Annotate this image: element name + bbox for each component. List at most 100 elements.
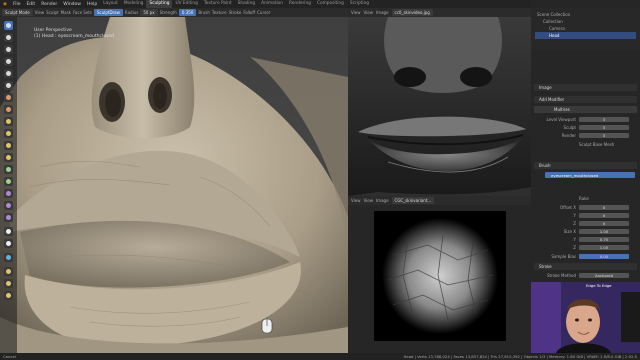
sculpt-base-mesh-checkbox[interactable]: Sculpt Base Mesh bbox=[579, 142, 614, 147]
offset-x-field[interactable]: 0 bbox=[579, 205, 629, 210]
layer-tool[interactable] bbox=[4, 69, 13, 78]
blender-logo-icon[interactable]: ◉ bbox=[0, 2, 10, 7]
snake-hook-tool[interactable] bbox=[4, 213, 13, 222]
rake-row: Rake bbox=[531, 195, 640, 202]
menu-render[interactable]: Render bbox=[38, 2, 60, 7]
texture-image-editor[interactable]: View View Image CGC_skinvariant... bbox=[348, 196, 531, 353]
offset-z-row: Z 0 bbox=[531, 220, 640, 227]
edge-to-edge-checkbox[interactable]: Edge To Edge bbox=[586, 283, 612, 288]
image-editor-view-menu[interactable]: View bbox=[351, 10, 361, 15]
menu-window[interactable]: Window bbox=[60, 2, 84, 7]
tab-layout[interactable]: Layout bbox=[100, 0, 121, 8]
tab-sculpting[interactable]: Sculpting bbox=[146, 0, 173, 8]
outliner-scene-collection[interactable]: Scene Collection bbox=[537, 12, 570, 17]
radius-field[interactable]: 50 px bbox=[140, 9, 158, 16]
offset-y-label: Y bbox=[573, 213, 576, 218]
box-mask-tool[interactable] bbox=[4, 239, 13, 248]
outliner-item-collection[interactable]: Collection bbox=[543, 19, 563, 24]
tab-animation[interactable]: Animation bbox=[258, 0, 286, 8]
tab-shading[interactable]: Shading bbox=[235, 0, 258, 8]
pinch-tool[interactable] bbox=[4, 177, 13, 186]
brush-section-header[interactable]: Brush bbox=[534, 162, 637, 169]
outliner-selected-row[interactable]: Head bbox=[535, 32, 636, 39]
tab-compositing[interactable]: Compositing bbox=[314, 0, 347, 8]
clay-strips-tool[interactable] bbox=[4, 57, 13, 66]
offset-y-field[interactable]: 0 bbox=[579, 213, 629, 218]
face-set-tool[interactable] bbox=[4, 253, 13, 262]
multires-modifier-header[interactable]: Multires bbox=[534, 106, 637, 113]
menu-mask[interactable]: Mask bbox=[61, 10, 71, 15]
inflate-tool[interactable] bbox=[4, 81, 13, 90]
reference-image-editor[interactable]: View View Image cc0_skinvideo.jpg bbox=[348, 8, 531, 196]
scrape-tool[interactable] bbox=[4, 153, 13, 162]
stroke-method-field[interactable]: Anchored bbox=[579, 273, 629, 278]
sculpted-head-render bbox=[0, 17, 348, 353]
properties-image-section[interactable]: Image bbox=[534, 84, 637, 91]
image-editor-image-menu[interactable]: Image bbox=[376, 10, 389, 15]
menu-edit[interactable]: Edit bbox=[23, 2, 38, 7]
offset-z-label: Z bbox=[573, 221, 576, 226]
menu-view[interactable]: View bbox=[35, 10, 45, 15]
clay-tool[interactable] bbox=[4, 45, 13, 54]
stroke-section-header[interactable]: Stroke bbox=[534, 263, 637, 270]
draw-sharp-tool[interactable] bbox=[4, 33, 13, 42]
texture-editor-view2-menu[interactable]: View bbox=[364, 198, 374, 203]
menu-file[interactable]: File bbox=[10, 2, 24, 7]
header-cursor[interactable]: Cursor bbox=[257, 10, 270, 15]
fill-tool[interactable] bbox=[4, 141, 13, 150]
move-tool[interactable] bbox=[4, 267, 13, 276]
texture-file-selector[interactable]: CGC_skinvariant... bbox=[391, 197, 435, 204]
brush-datablock-field[interactable]: eyescream_mouthclosed bbox=[545, 172, 635, 178]
multiplane-scrape-tool[interactable] bbox=[4, 165, 13, 174]
strength-field[interactable]: 0.350 bbox=[178, 9, 197, 16]
transform-tool[interactable] bbox=[4, 279, 13, 288]
size-y-field[interactable]: 0.75 bbox=[579, 237, 629, 242]
image-editor-view2-menu[interactable]: View bbox=[364, 10, 374, 15]
strength-label: Strength bbox=[159, 10, 177, 15]
sculpt-level-field[interactable]: 3 bbox=[579, 125, 629, 130]
tool-shelf bbox=[0, 17, 17, 353]
texture-editor-view-menu[interactable]: View bbox=[351, 198, 361, 203]
menu-sculpt[interactable]: Sculpt bbox=[46, 10, 59, 15]
header-stroke[interactable]: Stroke bbox=[229, 10, 242, 15]
render-level-field[interactable]: 3 bbox=[579, 133, 629, 138]
tab-scripting[interactable]: Scripting bbox=[347, 0, 372, 8]
texture-editor-image-menu[interactable]: Image bbox=[376, 198, 389, 203]
level-viewport-field[interactable]: 3 bbox=[579, 117, 629, 122]
flatten-tool[interactable] bbox=[4, 129, 13, 138]
outliner-item-camera[interactable]: Camera bbox=[549, 26, 565, 31]
draw-brush-tool[interactable] bbox=[4, 21, 13, 30]
brush-datablock-value: eyescream_mouthclosed bbox=[551, 172, 599, 178]
smooth-tool[interactable] bbox=[4, 117, 13, 126]
grab-tool[interactable] bbox=[4, 189, 13, 198]
mode-selector[interactable]: Sculpt Mode bbox=[2, 9, 33, 16]
brush-selector[interactable]: SculptDraw bbox=[93, 9, 123, 16]
size-x-field[interactable]: 1.00 bbox=[579, 229, 629, 234]
menu-face-sets[interactable]: Face Sets bbox=[73, 10, 92, 15]
render-level-row: Render 3 bbox=[531, 132, 640, 139]
crease-tool[interactable] bbox=[4, 105, 13, 114]
sample-bias-field[interactable]: 0.00 bbox=[579, 254, 629, 259]
elastic-deform-tool[interactable] bbox=[4, 201, 13, 210]
offset-x-label: Offset X bbox=[559, 205, 576, 210]
tab-rendering[interactable]: Rendering bbox=[286, 0, 314, 8]
menu-help[interactable]: Help bbox=[84, 2, 100, 7]
tab-uv-editing[interactable]: UV Editing bbox=[172, 0, 200, 8]
mask-tool[interactable] bbox=[4, 227, 13, 236]
offset-z-field[interactable]: 0 bbox=[579, 221, 629, 226]
blob-tool[interactable] bbox=[4, 93, 13, 102]
sculpt-viewport[interactable]: User Perspective (1) Head : eyescream_mo… bbox=[0, 17, 348, 353]
header-falloff[interactable]: Falloff bbox=[243, 10, 255, 15]
annotate-tool[interactable] bbox=[4, 291, 13, 300]
add-modifier-button[interactable]: Add Modifier bbox=[534, 96, 637, 103]
size-z-field[interactable]: 1.00 bbox=[579, 245, 629, 250]
size-x-row: Size X 1.00 bbox=[531, 228, 640, 235]
tab-texture-paint[interactable]: Texture Paint bbox=[201, 0, 235, 8]
header-texture[interactable]: Texture bbox=[212, 10, 227, 15]
image-file-selector[interactable]: cc0_skinvideo.jpg bbox=[391, 9, 433, 16]
image-editor-header: View View Image cc0_skinvideo.jpg bbox=[348, 8, 531, 17]
rake-checkbox[interactable]: Rake bbox=[579, 196, 589, 201]
tab-modeling[interactable]: Modeling bbox=[121, 0, 147, 8]
header-brush[interactable]: Brush bbox=[198, 10, 210, 15]
outliner: Scene Collection Collection Camera Head bbox=[531, 8, 640, 50]
